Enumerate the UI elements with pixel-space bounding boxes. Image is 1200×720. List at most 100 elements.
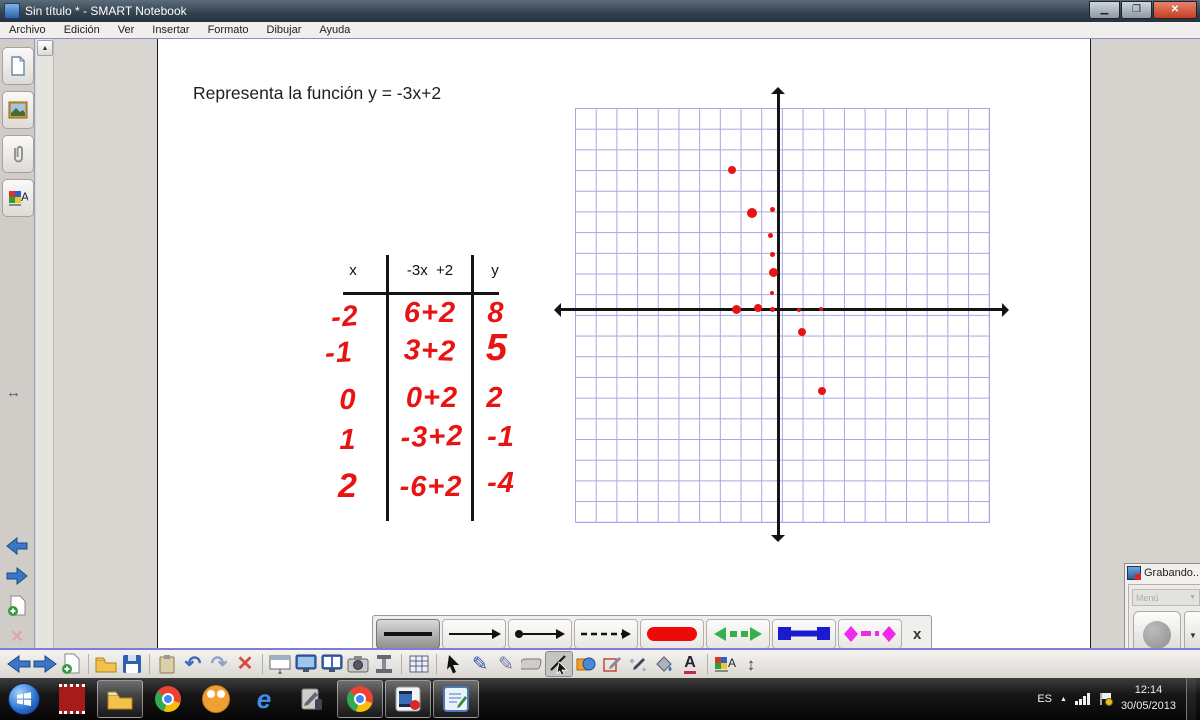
monitor-icon (295, 654, 317, 672)
screen-shade-button[interactable] (267, 652, 293, 676)
screen-capture-button[interactable] (345, 652, 371, 676)
cursor-icon (447, 655, 459, 674)
line-style-red-thick[interactable] (640, 619, 704, 649)
delete-page-button-disabled[interactable]: ✕ (3, 623, 31, 649)
save-button[interactable] (119, 652, 145, 676)
recorder-menu-dropdown[interactable]: Menú ▼ (1132, 589, 1200, 606)
taskbar-internet-explorer[interactable]: e (241, 680, 287, 718)
line-style-green-double-arrow[interactable] (706, 619, 770, 649)
language-indicator[interactable]: ES (1037, 693, 1052, 705)
undo-button[interactable]: ↶ (180, 652, 206, 676)
open-folder-icon (95, 657, 117, 673)
paint-phone-icon (301, 688, 322, 710)
show-desktop-button[interactable] (1186, 678, 1196, 720)
ink-dot (747, 208, 757, 218)
magic-pen-button[interactable] (625, 652, 651, 676)
magic-pen-icon (629, 658, 647, 672)
insert-table-button[interactable] (406, 652, 432, 676)
menu-dibujar[interactable]: Dibujar (258, 24, 311, 36)
film-icon (59, 684, 85, 714)
line-style-blue-square-ends[interactable] (772, 619, 836, 649)
dual-page-button[interactable] (319, 652, 345, 676)
shape-recognition-pen-button[interactable] (599, 652, 625, 676)
add-page-button[interactable] (3, 593, 31, 619)
ie-icon: e (256, 684, 272, 714)
smart-notebook-window: Sin título * - SMART Notebook ▁ ❐ ✕ Arch… (0, 0, 1200, 720)
eraser-tool-button[interactable] (519, 652, 545, 676)
taskbar-paint-app[interactable] (289, 680, 335, 718)
line-style-dot-arrow[interactable] (508, 619, 572, 649)
action-center-flag-icon[interactable] (1099, 692, 1113, 706)
previous-page-button[interactable] (6, 652, 32, 676)
ink-dot (770, 291, 774, 295)
minimize-button[interactable]: ▁ (1089, 1, 1120, 19)
shapes-tool-button[interactable] (573, 652, 599, 676)
move-toolbar-button[interactable]: ↕ (738, 652, 764, 676)
sidebar-resize-icon[interactable]: ↔ (6, 384, 21, 401)
shapes-icon (576, 657, 596, 671)
taskbar-chrome[interactable] (145, 680, 191, 718)
paste-button[interactable] (154, 652, 180, 676)
scroll-up-button[interactable]: ▲ (37, 40, 53, 56)
ink-dot (819, 307, 823, 311)
fill-tool-button[interactable] (651, 652, 677, 676)
pen-tool-button[interactable]: ✎ (467, 652, 493, 676)
ink-dot (797, 308, 801, 312)
close-button[interactable]: ✕ (1153, 1, 1197, 19)
tab-attachments[interactable] (2, 135, 34, 173)
taskbar-scratch[interactable] (193, 680, 239, 718)
menu-edicion[interactable]: Edición (55, 24, 109, 36)
page-canvas[interactable]: Representa la función y = -3x+2 x -3x +2… (158, 39, 1091, 648)
tray-expand-button[interactable]: ▲ (1060, 696, 1067, 703)
taskbar-explorer[interactable] (97, 680, 143, 718)
line-style-arrow[interactable] (442, 619, 506, 649)
panel-scrollbar[interactable]: ▲ (36, 39, 54, 648)
ink-cell: 2 (338, 467, 358, 505)
menu-ver[interactable]: Ver (109, 24, 144, 36)
line-style-magenta-diamond[interactable] (838, 619, 902, 649)
previous-page-button[interactable] (3, 533, 31, 559)
taskbar-smart-notebook[interactable] (433, 680, 479, 718)
restore-button[interactable]: ❐ (1121, 1, 1152, 19)
delete-button[interactable]: ✕ (232, 652, 258, 676)
menu-ayuda[interactable]: Ayuda (310, 24, 359, 36)
tab-properties[interactable]: A (2, 179, 34, 217)
ink-dot (769, 206, 775, 212)
calligraphic-pen-button[interactable]: ✎ (493, 652, 519, 676)
text-tool-button[interactable]: A (677, 652, 703, 676)
line-style-dashed-arrow[interactable] (574, 619, 638, 649)
ink-dot (769, 306, 775, 312)
chrome-icon (155, 686, 181, 712)
x-axis-arrow-right (1002, 303, 1016, 317)
add-page-button[interactable] (58, 652, 84, 676)
properties-button[interactable]: A (712, 652, 738, 676)
network-signal-icon[interactable] (1074, 693, 1091, 705)
next-page-button[interactable] (3, 563, 31, 589)
tab-gallery[interactable] (2, 91, 34, 129)
tab-page-sorter[interactable] (2, 47, 34, 85)
lines-tool-button-selected[interactable] (545, 651, 573, 677)
menu-archivo[interactable]: Archivo (0, 24, 55, 36)
start-button[interactable] (1, 680, 47, 718)
tray-time: 12:14 (1134, 684, 1163, 697)
fullscreen-button[interactable] (293, 652, 319, 676)
select-tool-button[interactable] (441, 652, 467, 676)
next-page-button[interactable] (32, 652, 58, 676)
menu-formato[interactable]: Formato (199, 24, 258, 36)
taskbar-movie-maker[interactable] (385, 680, 431, 718)
table-header-y: y (491, 262, 499, 279)
document-camera-button[interactable] (371, 652, 397, 676)
table-header-x: x (349, 262, 357, 279)
line-style-solid-thick[interactable] (376, 619, 440, 649)
taskbar-chrome-2[interactable] (337, 680, 383, 718)
taskbar-media-player[interactable] (49, 680, 95, 718)
pen-icon: ✎ (472, 653, 488, 675)
clock[interactable]: 12:14 30/05/2013 (1121, 683, 1176, 715)
redo-button[interactable]: ↷ (206, 652, 232, 676)
shape-pen-icon (603, 657, 621, 672)
open-file-button[interactable] (93, 652, 119, 676)
title-bar: Sin título * - SMART Notebook ▁ ❐ ✕ (0, 0, 1200, 22)
menu-insertar[interactable]: Insertar (143, 24, 198, 36)
line-toolbar-close-button[interactable]: x (913, 626, 921, 643)
scratch-cat-icon (202, 685, 230, 713)
